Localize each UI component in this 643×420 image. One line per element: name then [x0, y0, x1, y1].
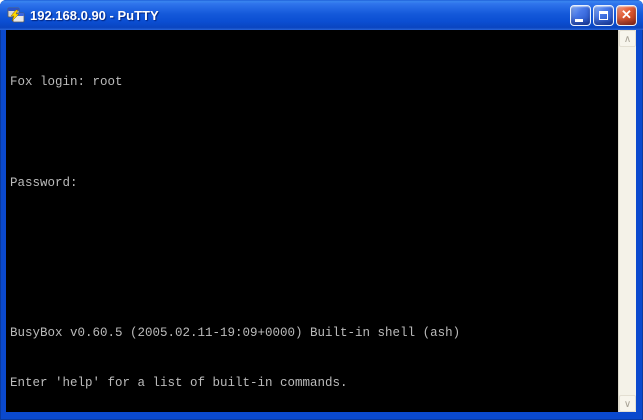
- busybox-banner: BusyBox v0.60.5 (2005.02.11-19:09+0000) …: [10, 325, 618, 342]
- maximize-button[interactable]: [593, 5, 614, 26]
- blank-line: [10, 225, 618, 242]
- maximize-icon: [599, 11, 608, 20]
- help-hint-line: Enter 'help' for a list of built-in comm…: [10, 375, 618, 392]
- putty-window: 192.168.0.90 - PuTTY ✕ Fox login: root P…: [0, 0, 643, 420]
- window-title: 192.168.0.90 - PuTTY: [30, 8, 570, 23]
- scroll-down-button[interactable]: ∨: [619, 395, 636, 412]
- scroll-up-button[interactable]: ∧: [619, 30, 636, 47]
- blank-line: [10, 125, 618, 142]
- putty-icon: [7, 7, 25, 23]
- close-icon: ✕: [621, 8, 632, 21]
- terminal-scrollbar[interactable]: ∧ ∨: [618, 30, 636, 412]
- scrollbar-track[interactable]: [619, 47, 636, 395]
- login-line: Fox login: root: [10, 74, 618, 91]
- title-bar[interactable]: 192.168.0.90 - PuTTY ✕: [0, 0, 643, 30]
- minimize-button[interactable]: [570, 5, 591, 26]
- window-controls: ✕: [570, 5, 637, 26]
- minimize-icon: [575, 19, 583, 22]
- password-line: Password:: [10, 175, 618, 192]
- terminal-screen[interactable]: Fox login: root Password: BusyBox v0.60.…: [6, 30, 618, 412]
- close-button[interactable]: ✕: [616, 5, 637, 26]
- blank-line: [10, 275, 618, 292]
